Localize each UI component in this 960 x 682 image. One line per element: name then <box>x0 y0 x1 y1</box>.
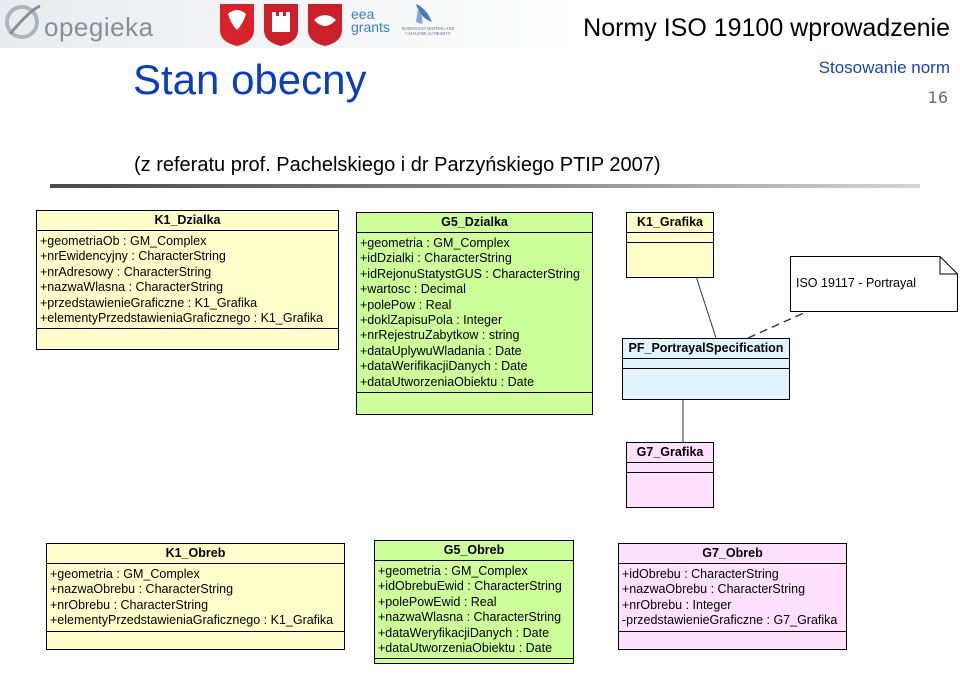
attribute: +dataWeryfikacjiDanych : Date <box>378 625 550 640</box>
attribute: +geometriaOb : GM_Complex <box>40 234 207 248</box>
attribute: +dataUplywuWladania : Date <box>360 343 522 358</box>
attribute: +dataUtworzeniaObiektu : Date <box>360 374 535 389</box>
attribute: +geometria : GM_Complex <box>360 236 510 250</box>
attribute: +nazwaWlasna : CharacterString <box>378 610 562 625</box>
attribute: +polePowEwid : Real <box>378 594 497 609</box>
class-k1-dzialka[interactable]: K1_Dzialka +geometriaOb : GM_Complex +nr… <box>36 210 339 350</box>
attribute: +nrAdresowy : CharacterString <box>40 264 212 279</box>
class-g5-obreb[interactable]: G5_Obreb +geometria : GM_Complex +idObre… <box>374 540 574 664</box>
attribute: -przedstawienieGraficzne : G7_Grafika <box>622 613 838 628</box>
class-name: G5_Dzialka <box>357 213 592 233</box>
attribute: +dataWerifikacjiDanych : Date <box>360 359 528 374</box>
note-text: ISO 19117 - Portrayal <box>796 276 916 290</box>
attribute: +idObrebuEwid : CharacterString <box>378 579 562 594</box>
class-name: G7_Grafika <box>627 443 713 463</box>
dashed-link-to-note <box>747 311 807 339</box>
class-pf-portrayal-specification[interactable]: PF_PortrayalSpecification <box>622 338 790 400</box>
attribute-compartment <box>627 463 713 473</box>
attribute: +doklZapisuPola : Integer <box>360 313 503 328</box>
attribute: +elementyPrzedstawieniaGraficznego : K1_… <box>40 311 324 326</box>
attribute: +wartosc : Decimal <box>360 282 466 297</box>
attribute: +nrRejestruZabytkow : string <box>360 328 520 343</box>
class-g7-grafika[interactable]: G7_Grafika <box>626 442 714 508</box>
attribute-list: +geometria : GM_Complex +idDzialki : Cha… <box>357 233 592 394</box>
attribute: +nrEwidencyjny : CharacterString <box>40 249 226 264</box>
class-g7-obreb[interactable]: G7_Obreb +idObrebu : CharacterString +na… <box>618 543 847 650</box>
portrayal-note[interactable]: ISO 19117 - Portrayal <box>790 256 958 312</box>
class-name: PF_PortrayalSpecification <box>623 339 789 359</box>
class-k1-grafika[interactable]: K1_Grafika <box>626 212 714 278</box>
attribute: +idDzialki : CharacterString <box>360 251 512 266</box>
attribute: +nazwaWlasna : CharacterString <box>40 280 224 295</box>
class-name: K1_Grafika <box>627 213 713 233</box>
attribute: +dataUtworzeniaObiektu : Date <box>378 641 553 656</box>
class-g5-dzialka[interactable]: G5_Dzialka +geometria : GM_Complex +idDz… <box>356 212 593 415</box>
attribute: +nrObrebu : CharacterString <box>50 597 209 612</box>
attribute-list: +geometria : GM_Complex +nazwaObrebu : C… <box>47 564 344 632</box>
attribute: +elementyPrzedstawieniaGraficznego : K1_… <box>50 613 334 628</box>
class-k1-obreb[interactable]: K1_Obreb +geometria : GM_Complex +nazwaO… <box>46 543 345 650</box>
class-name: G7_Obreb <box>619 544 846 564</box>
attribute: +polePow : Real <box>360 297 452 312</box>
class-name: K1_Dzialka <box>37 211 338 231</box>
attribute-compartment <box>623 359 789 369</box>
attribute: +nazwaObrebu : CharacterString <box>622 582 806 597</box>
attribute: +nrObrebu : Integer <box>622 597 732 612</box>
attribute-list: +geometriaOb : GM_Complex +nrEwidencyjny… <box>37 231 338 330</box>
attribute: +idRejonuStatystGUS : CharacterString <box>360 266 580 281</box>
attribute: +nazwaObrebu : CharacterString <box>50 582 234 597</box>
class-name: G5_Obreb <box>375 541 573 561</box>
attribute-compartment <box>627 233 713 243</box>
attribute: +geometria : GM_Complex <box>378 564 528 578</box>
attribute: +geometria : GM_Complex <box>50 567 200 581</box>
attribute-list: +idObrebu : CharacterString +nazwaObrebu… <box>619 564 846 632</box>
attribute: +przedstawienieGraficzne : K1_Grafika <box>40 295 258 310</box>
class-name: K1_Obreb <box>47 544 344 564</box>
attribute-list: +geometria : GM_Complex +idObrebuEwid : … <box>375 561 573 660</box>
attribute: +idObrebu : CharacterString <box>622 567 779 581</box>
